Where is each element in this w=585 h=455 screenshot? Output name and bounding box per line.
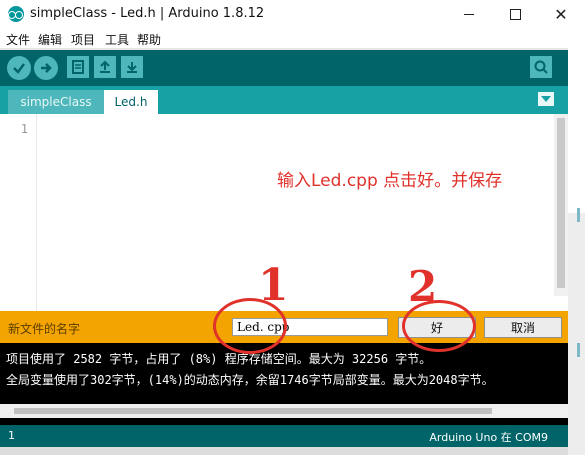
chevron-down-icon: [541, 96, 551, 102]
menu-tools[interactable]: 工具: [105, 31, 129, 48]
close-button[interactable]: ✕: [538, 0, 584, 28]
serial-monitor-button[interactable]: [530, 56, 552, 78]
line-number: 1: [20, 122, 28, 136]
minimize-button[interactable]: [446, 0, 492, 28]
magnifier-icon: [534, 60, 548, 74]
ok-button[interactable]: 好: [398, 317, 476, 338]
new-button[interactable]: [67, 56, 89, 78]
arduino-logo-icon: [8, 6, 24, 22]
editor-vertical-scrollbar[interactable]: [554, 114, 568, 296]
console-line: 全局变量使用了302字节，(14%)的动态内存，余留1746字节局部变量。最大为…: [6, 373, 494, 387]
tabs-bar: simpleClass Led.h: [0, 86, 568, 114]
new-file-name-label: 新文件的名字: [8, 322, 81, 336]
console-horizontal-scrollbar[interactable]: [0, 404, 568, 418]
annotation-number-2: 2: [408, 262, 438, 311]
tab-led-h[interactable]: Led.h: [104, 90, 158, 114]
status-line-number: 1: [8, 429, 15, 442]
menu-file[interactable]: 文件: [6, 31, 30, 48]
code-editor[interactable]: 1 输入Led.cpp 点击好。并保存 1 2: [0, 114, 568, 311]
verify-button[interactable]: [7, 56, 31, 80]
upload-icon: [100, 60, 110, 73]
toolbar: [0, 50, 568, 86]
check-icon: [13, 63, 25, 74]
minimize-icon: [464, 13, 474, 15]
menu-bar: 文件 编辑 项目 工具 帮助: [0, 28, 585, 48]
maximize-icon: [509, 8, 521, 20]
line-number-gutter: 1: [0, 114, 37, 311]
new-file-icon: [72, 60, 84, 74]
tab-simpleclass[interactable]: simpleClass: [8, 90, 104, 114]
arrow-right-icon: [41, 63, 52, 73]
board-port-status: Arduino Uno 在 COM9: [429, 431, 548, 444]
desktop-background: [568, 28, 585, 455]
cancel-button[interactable]: 取消: [484, 317, 562, 338]
status-bar: 1 Arduino Uno 在 COM9: [0, 425, 568, 447]
menu-sketch[interactable]: 项目: [71, 31, 95, 48]
upload-sketch-button[interactable]: [34, 56, 58, 80]
menu-edit[interactable]: 编辑: [38, 31, 62, 48]
tab-menu-button[interactable]: [538, 92, 554, 106]
save-button[interactable]: [121, 56, 143, 78]
close-icon: ✕: [554, 4, 568, 24]
annotation-number-1: 1: [258, 260, 289, 311]
open-button[interactable]: [94, 56, 116, 78]
download-icon: [127, 62, 137, 73]
console-line: 项目使用了 2582 字节，占用了 (8%) 程序存储空间。最大为 32256 …: [6, 352, 432, 366]
menu-help[interactable]: 帮助: [137, 31, 161, 48]
instruction-annotation: 输入Led.cpp 点击好。并保存: [277, 171, 503, 191]
window-title: simpleClass - Led.h | Arduino 1.8.12: [30, 6, 265, 21]
new-file-prompt: 新文件的名字 好 取消: [0, 311, 568, 343]
maximize-button[interactable]: [492, 0, 538, 28]
new-file-name-input[interactable]: [232, 318, 388, 336]
title-bar: simpleClass - Led.h | Arduino 1.8.12 ✕: [0, 0, 585, 28]
